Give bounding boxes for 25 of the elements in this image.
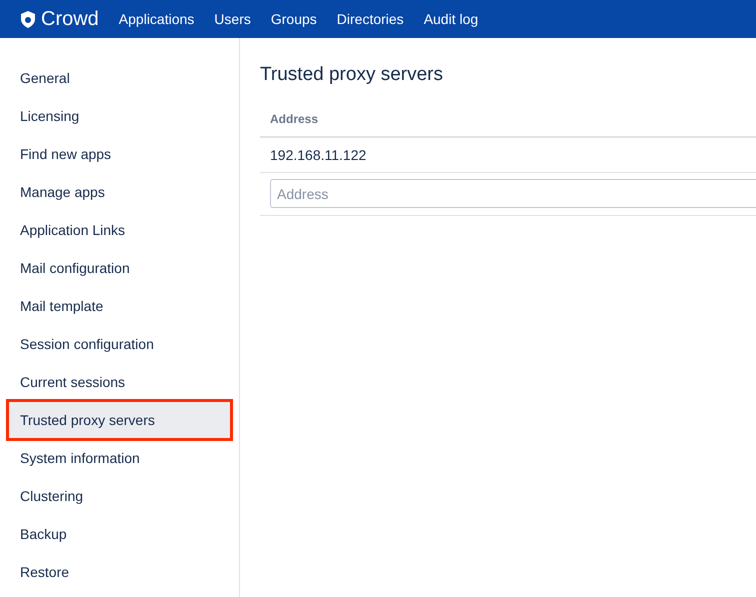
logo-text[interactable]: Crowd <box>41 8 99 30</box>
sidebar-item[interactable]: Restore <box>0 553 239 591</box>
nav-link[interactable]: Applications <box>118 11 194 27</box>
sidebar-item[interactable]: Mail configuration <box>0 249 239 287</box>
shield-icon <box>20 10 36 28</box>
nav-link[interactable]: Groups <box>270 11 317 27</box>
sidebar-item[interactable]: Trusted proxy servers <box>6 399 233 441</box>
sidebar-item[interactable]: Licensing <box>0 97 239 135</box>
sidebar-item[interactable]: Manage apps <box>0 173 239 211</box>
sidebar-item[interactable]: Current sessions <box>0 363 239 401</box>
page-title: Trusted proxy servers <box>260 64 444 86</box>
sidebar-item[interactable]: Clustering <box>0 477 239 515</box>
nav-link[interactable]: Directories <box>336 11 404 27</box>
sidebar-item[interactable]: General <box>0 59 239 97</box>
sidebar-item[interactable]: System information <box>0 439 239 477</box>
column-header: Address <box>260 112 756 138</box>
sidebar-item[interactable]: Application Links <box>0 211 239 249</box>
sidebar-item[interactable]: Mail template <box>0 287 239 325</box>
table-cell: 192.168.11.122 <box>260 138 756 173</box>
sidebar-item[interactable]: Session configuration <box>0 325 239 363</box>
nav-link[interactable]: Users <box>214 11 251 27</box>
sidebar-item[interactable]: Backup <box>0 515 239 553</box>
nav-link[interactable]: Audit log <box>424 11 478 27</box>
sidebar-item[interactable]: Find new apps <box>0 135 239 173</box>
address-input[interactable]: Address <box>270 179 756 208</box>
